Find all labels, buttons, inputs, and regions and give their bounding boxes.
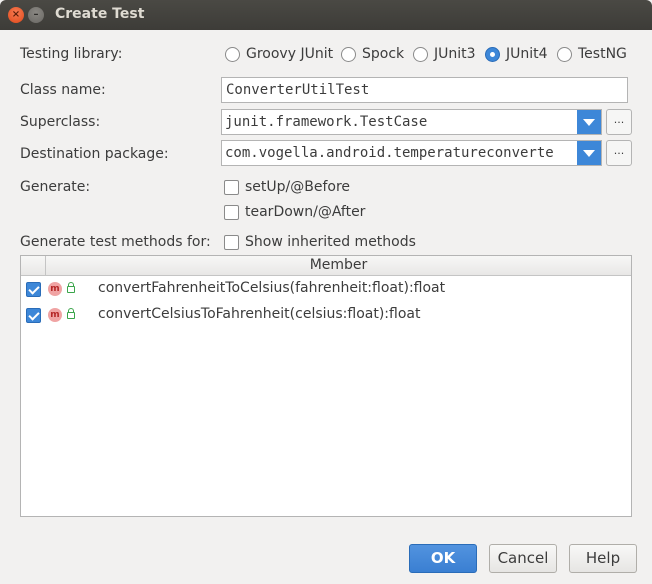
radio-label: TestNG [578,46,627,62]
checkbox-box[interactable] [224,204,239,220]
cancel-button[interactable]: Cancel [489,544,557,573]
show-inherited-checkbox[interactable]: Show inherited methods [224,234,416,250]
destination-package-combo[interactable]: com.vogella.android.temperatureconverte [221,140,602,166]
testing-library-label: Testing library: [20,46,123,62]
lock-icon [67,308,75,319]
teardown-label: tearDown/@After [245,204,366,220]
generate-methods-label: Generate test methods for: [20,234,211,250]
chevron-down-icon[interactable] [577,110,601,134]
superclass-combo[interactable]: junit.framework.TestCase [221,109,602,135]
title-bar: × – Create Test [0,0,652,30]
radio-groovy-junit[interactable]: Groovy JUnit [225,46,333,62]
radio-testng[interactable]: TestNG [557,46,627,62]
superclass-label: Superclass: [20,114,101,130]
superclass-value: junit.framework.TestCase [225,114,428,130]
class-name-input[interactable]: ConverterUtilTest [221,77,628,103]
setup-label: setUp/@Before [245,179,351,195]
method-icon: m [48,308,62,322]
radio-label: Spock [362,46,405,62]
show-inherited-label: Show inherited methods [245,234,416,250]
radio-label: JUnit4 [506,46,548,62]
help-button[interactable]: Help [569,544,637,573]
row-checkbox[interactable] [26,308,41,323]
destination-package-label: Destination package: [20,146,169,162]
generate-label: Generate: [20,179,91,195]
radio-spock[interactable]: Spock [341,46,404,62]
radio-junit4[interactable]: JUnit4 [485,46,548,62]
header-checkbox-column [21,256,46,275]
checkbox-box[interactable] [224,179,239,195]
minimize-icon[interactable]: – [28,7,44,23]
ok-button[interactable]: OK [409,544,477,573]
method-signature: convertCelsiusToFahrenheit(celsius:float… [98,306,421,322]
table-header: Member [21,256,631,276]
member-column-header[interactable]: Member [46,256,631,275]
table-row[interactable]: m convertCelsiusToFahrenheit(celsius:flo… [21,303,631,329]
lock-icon [67,282,75,293]
teardown-checkbox[interactable]: tearDown/@After [224,204,365,220]
class-name-label: Class name: [20,82,106,98]
radio-circle[interactable] [341,46,356,62]
radio-circle[interactable] [485,46,500,62]
radio-circle[interactable] [225,46,240,62]
radio-junit3[interactable]: JUnit3 [413,46,476,62]
superclass-browse-button[interactable]: ... [606,109,632,135]
table-row[interactable]: m convertFahrenheitToCelsius(fahrenheit:… [21,277,631,303]
radio-circle[interactable] [413,46,428,62]
radio-label: JUnit3 [434,46,476,62]
method-signature: convertFahrenheitToCelsius(fahrenheit:fl… [98,280,446,296]
window-title: Create Test [55,6,145,22]
chevron-down-icon[interactable] [577,141,601,165]
checkbox-box[interactable] [224,234,239,250]
method-icon: m [48,282,62,296]
radio-circle[interactable] [557,46,572,62]
setup-checkbox[interactable]: setUp/@Before [224,179,350,195]
destination-browse-button[interactable]: ... [606,140,632,166]
row-checkbox[interactable] [26,282,41,297]
destination-package-value: com.vogella.android.temperatureconverte [225,145,554,161]
close-icon[interactable]: × [8,7,24,23]
radio-label: Groovy JUnit [246,46,334,62]
members-table: Member m convertFahrenheitToCelsius(fahr… [20,255,632,517]
